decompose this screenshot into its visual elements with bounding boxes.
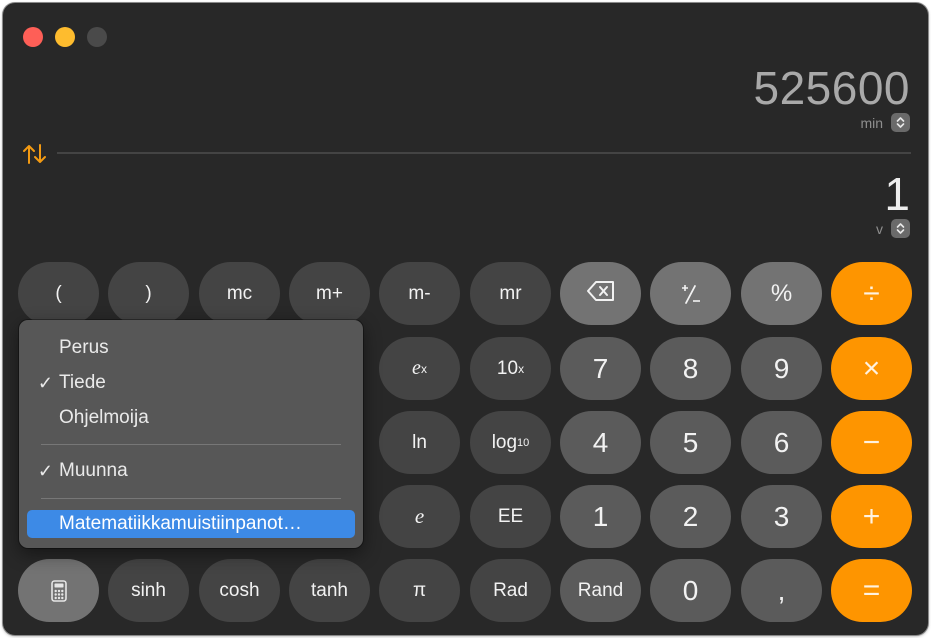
menu-item-basic[interactable]: Perus — [27, 334, 355, 362]
cosh-button[interactable]: cosh — [199, 559, 280, 622]
log10-button[interactable]: log 10 — [470, 411, 551, 474]
digit-4-button[interactable]: 4 — [560, 411, 641, 474]
equals-button[interactable]: = — [831, 559, 912, 622]
memory-add-button[interactable]: m+ — [289, 262, 370, 325]
checkmark-icon: ✓ — [37, 460, 53, 481]
add-button[interactable]: + — [831, 485, 912, 548]
calculator-window: 525600 min 1 v ( ) mc m+ m- mr % ÷ ex 10… — [3, 3, 928, 635]
digit-6-button[interactable]: 6 — [741, 411, 822, 474]
menu-item-label: Tiede — [59, 372, 106, 393]
digit-1-button[interactable]: 1 — [560, 485, 641, 548]
digit-8-button[interactable]: 8 — [650, 337, 731, 400]
checkmark-icon: ✓ — [37, 372, 53, 393]
menu-item-programmer[interactable]: Ohjelmoija — [27, 404, 355, 432]
multiply-button[interactable]: × — [831, 337, 912, 400]
menu-item-scientific[interactable]: ✓ Tiede — [27, 369, 355, 397]
ten-power-x-base: 10 — [496, 357, 519, 379]
secondary-unit-selector[interactable]: v — [876, 219, 910, 238]
log10-label: log — [491, 431, 518, 453]
zoom-window-button[interactable] — [87, 27, 107, 47]
calculator-icon — [50, 579, 67, 602]
close-window-button[interactable] — [23, 27, 43, 47]
secondary-unit-label: v — [876, 220, 883, 237]
random-button[interactable]: Rand — [560, 559, 641, 622]
minimize-window-button[interactable] — [55, 27, 75, 47]
menu-separator — [41, 498, 341, 499]
digit-7-button[interactable]: 7 — [560, 337, 641, 400]
ten-power-x-exponent: x — [518, 361, 525, 376]
backspace-button[interactable] — [560, 262, 641, 325]
sinh-button[interactable]: sinh — [108, 559, 189, 622]
menu-separator — [41, 444, 341, 445]
e-power-x-button[interactable]: ex — [379, 337, 460, 400]
e-power-x-base: e — [412, 357, 421, 379]
digit-9-button[interactable]: 9 — [741, 337, 822, 400]
natural-log-button[interactable]: ln — [379, 411, 460, 474]
open-paren-button[interactable]: ( — [18, 262, 99, 325]
menu-item-label: Muunna — [59, 460, 128, 481]
close-paren-button[interactable]: ) — [108, 262, 189, 325]
memory-recall-button[interactable]: mr — [470, 262, 551, 325]
e-power-x-exponent: x — [420, 361, 427, 376]
digit-3-button[interactable]: 3 — [741, 485, 822, 548]
digit-2-button[interactable]: 2 — [650, 485, 731, 548]
conversion-divider — [57, 152, 911, 154]
sign-toggle-button[interactable] — [650, 262, 731, 325]
subtract-button[interactable]: − — [831, 411, 912, 474]
ten-power-x-button[interactable]: 10 x — [470, 337, 551, 400]
primary-display-value: 525600 — [753, 62, 910, 114]
tanh-button[interactable]: tanh — [289, 559, 370, 622]
chevron-up-down-icon[interactable] — [891, 219, 910, 238]
menu-item-convert[interactable]: ✓ Muunna — [27, 457, 355, 485]
log10-subscript: 10 — [517, 436, 530, 449]
menu-item-label: Matematiikkamuistiinpanot… — [59, 513, 302, 534]
arrow-up-down-icon[interactable] — [21, 143, 49, 165]
percent-button[interactable]: % — [741, 262, 822, 325]
menu-item-math-notes[interactable]: Matematiikkamuistiinpanot… — [27, 510, 355, 538]
digit-0-button[interactable]: 0 — [650, 559, 731, 622]
primary-unit-selector[interactable]: min — [860, 113, 910, 132]
secondary-display-value: 1 — [884, 168, 910, 220]
rad-deg-toggle-button[interactable]: Rad — [470, 559, 551, 622]
divide-button[interactable]: ÷ — [831, 262, 912, 325]
memory-clear-button[interactable]: mc — [199, 262, 280, 325]
menu-item-label: Perus — [59, 337, 109, 358]
pi-button[interactable]: π — [379, 559, 460, 622]
calculator-mode-menu: Perus ✓ Tiede Ohjelmoija ✓ Muunna Matema… — [19, 320, 363, 548]
digit-5-button[interactable]: 5 — [650, 411, 731, 474]
calculator-mode-button[interactable] — [18, 559, 99, 622]
decimal-comma-button[interactable]: , — [741, 559, 822, 622]
primary-unit-label: min — [860, 114, 883, 131]
delete-left-icon — [586, 280, 616, 308]
memory-subtract-button[interactable]: m- — [379, 262, 460, 325]
menu-item-label: Ohjelmoija — [59, 407, 149, 428]
euler-constant-button[interactable]: e — [379, 485, 460, 548]
plus-minus-icon — [681, 284, 700, 304]
chevron-up-down-icon[interactable] — [891, 113, 910, 132]
exponent-entry-button[interactable]: EE — [470, 485, 551, 548]
